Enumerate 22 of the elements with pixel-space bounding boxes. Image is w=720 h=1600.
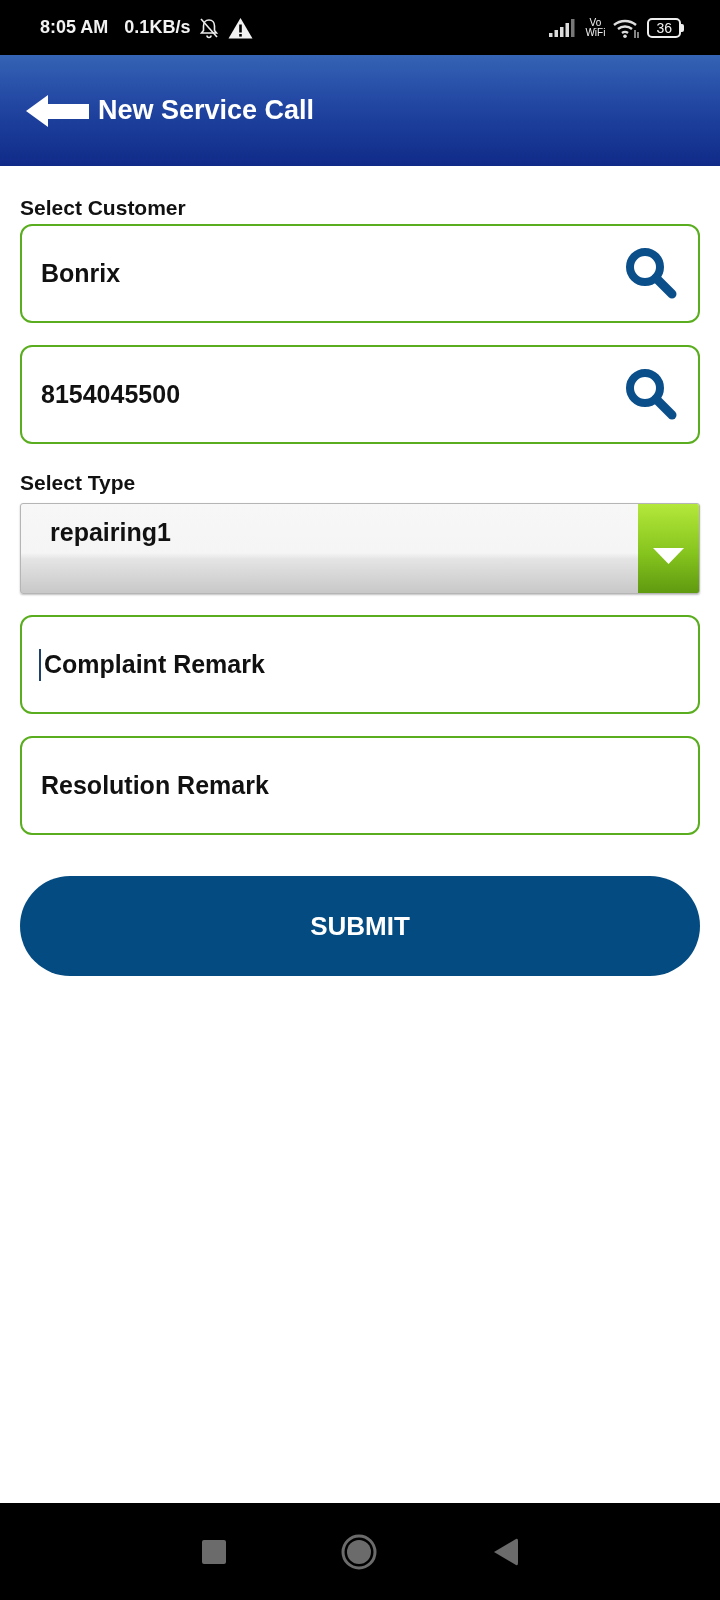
type-dropdown[interactable]: repairing1 xyxy=(20,503,700,594)
battery-indicator: 36 xyxy=(647,17,684,38)
wifi-icon xyxy=(613,17,640,38)
field-label: Select Customer xyxy=(20,195,187,220)
network-speed: 0.1KB/s xyxy=(124,16,191,39)
customer-search-field[interactable]: Bonrix xyxy=(20,224,700,323)
signal-bars-icon xyxy=(549,18,578,37)
screen-title: New Service Call xyxy=(98,94,315,128)
remark-field[interactable]: Complaint Remark xyxy=(20,615,700,714)
back-icon[interactable] xyxy=(494,1537,518,1566)
vowifi-label: WiFi xyxy=(585,27,606,38)
submit-button[interactable]: SUBMIT xyxy=(20,876,700,976)
recent-apps-icon[interactable] xyxy=(202,1539,226,1564)
remark-field[interactable]: Resolution Remark xyxy=(20,736,700,835)
home-icon[interactable] xyxy=(341,1533,377,1570)
status-time: 8:05 AM xyxy=(40,16,109,39)
muted-bell-icon xyxy=(198,16,221,39)
customer-search-field[interactable]: 8154045500 xyxy=(20,345,700,444)
warning-icon xyxy=(228,16,254,39)
back-arrow-icon[interactable] xyxy=(26,93,90,128)
vowifi-label: Vo xyxy=(588,17,603,28)
field-label: Select Type xyxy=(20,470,137,495)
